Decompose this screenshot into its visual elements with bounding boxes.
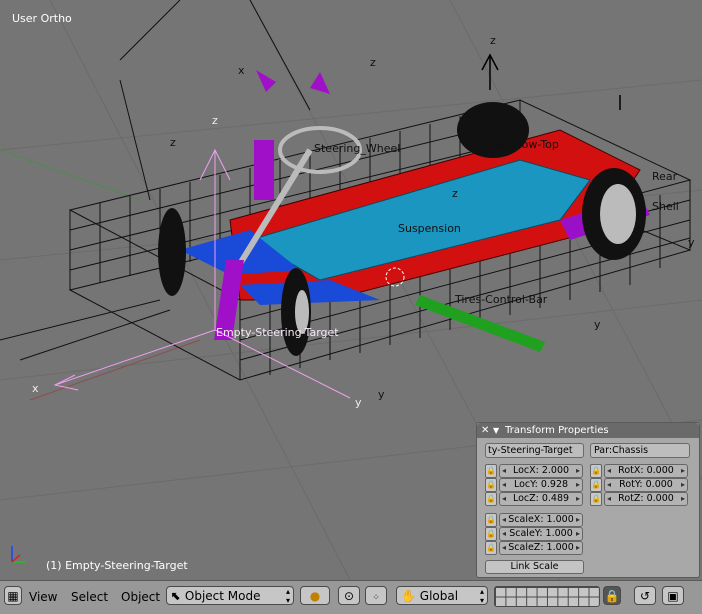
axis-y-label-3: y: [355, 396, 362, 409]
menu-select[interactable]: Select: [71, 588, 108, 606]
axis-z-label-3: z: [170, 136, 176, 149]
lock-icon[interactable]: 🔒: [590, 478, 602, 492]
lock-icon[interactable]: 🔒: [485, 513, 497, 527]
scale-x-field[interactable]: ◂ ScaleX: 1.000 ▸: [499, 513, 583, 527]
transform-properties-panel[interactable]: ✕ ▼ Transform Properties ty-Steering-Targe…: [476, 422, 700, 578]
link-scale-button[interactable]: Link Scale: [485, 560, 584, 574]
axis-z-label-4: z: [212, 114, 218, 127]
rot-z-field[interactable]: ◂ RotZ: 0.000 ▸: [604, 492, 688, 506]
grid-snap-icon: ⁘: [372, 593, 380, 603]
label-window-top: Window-Top: [494, 138, 559, 151]
scale-z-field[interactable]: ◂ ScaleZ: 1.000 ▸: [499, 541, 583, 555]
view-axes-icon: [11, 546, 26, 563]
axis-z-label-1: z: [490, 34, 496, 47]
menu-object[interactable]: Object: [121, 588, 160, 606]
pivot-select[interactable]: ⊙: [338, 586, 360, 605]
close-icon[interactable]: ✕: [481, 423, 493, 438]
loc-x-field[interactable]: ◂ LocX: 2.000 ▸: [499, 464, 583, 478]
label-steering-wheel: Steering_Wheel: [314, 142, 401, 155]
viewport-status: (1) Empty-Steering-Target: [46, 559, 188, 572]
axis-z-label-5: z: [452, 187, 458, 200]
axis-x-label-1: x: [238, 64, 245, 77]
lock-icon[interactable]: 🔒: [485, 527, 497, 541]
header-toolbar: ▦ View Select Object ⬉ Object Mode ▴ ▾ ● …: [0, 580, 702, 614]
lock-icon[interactable]: 🔒: [485, 464, 497, 478]
label-tires-control-bar: Tires-Control-Bar: [455, 293, 548, 306]
editor-type-icon[interactable]: ▦: [4, 586, 22, 605]
lock-icon[interactable]: 🔒: [590, 492, 602, 506]
object-mode-icon: ⬉: [171, 589, 182, 603]
shading-icon: ●: [309, 589, 321, 603]
label-shell: Shell: [652, 200, 679, 213]
collapse-arrow-icon[interactable]: ▼: [493, 426, 499, 435]
viewport-title: User Ortho: [12, 12, 72, 25]
layer-buttons[interactable]: [494, 586, 600, 607]
chevron-updown-icon: ▴ ▾: [285, 587, 290, 605]
object-name-field[interactable]: ty-Steering-Target: [485, 443, 584, 458]
axis-x-label-2: x: [32, 382, 39, 395]
chevron-updown-icon: ▴ ▾: [479, 587, 484, 605]
rot-x-field[interactable]: ◂ RotX: 0.000 ▸: [604, 464, 688, 478]
axis-y-label-2: y: [378, 388, 385, 401]
label-suspension: Suspension: [398, 222, 461, 235]
label-rear: Rear: [652, 170, 678, 183]
loc-y-field[interactable]: ◂ LocY: 0.928 ▸: [499, 478, 583, 492]
axis-y-label-4: y: [688, 236, 695, 249]
axis-z-label-2: z: [370, 56, 376, 69]
panel-header[interactable]: ✕ ▼ Transform Properties: [477, 423, 699, 438]
panel-title: Transform Properties: [505, 425, 609, 436]
lock-icon[interactable]: 🔒: [485, 478, 497, 492]
scale-y-field[interactable]: ◂ ScaleY: 1.000 ▸: [499, 527, 583, 541]
magnet-icon[interactable]: ↺: [634, 586, 656, 605]
hand-manipulator-icon: ✋: [401, 589, 416, 603]
lock-icon[interactable]: 🔒: [590, 464, 602, 478]
pivot-icon: ⊙: [343, 589, 355, 603]
orientation-select[interactable]: ✋ Global ▴ ▾: [396, 586, 488, 605]
loc-z-field[interactable]: ◂ LocZ: 0.489 ▸: [499, 492, 583, 506]
axis-y-label-1: y: [594, 318, 601, 331]
manipulator-toggle[interactable]: ⁘: [365, 586, 387, 605]
render-icon[interactable]: ▣: [662, 586, 684, 605]
menu-view[interactable]: View: [29, 588, 57, 606]
draw-type-select[interactable]: ●: [300, 586, 330, 605]
3d-viewport[interactable]: User Ortho Steering_Wheel Window-Top Sus…: [0, 0, 702, 580]
lock-icon[interactable]: 🔒: [603, 586, 621, 605]
label-empty-steering-target: Empty-Steering-Target: [216, 326, 339, 339]
lock-icon[interactable]: 🔒: [485, 492, 497, 506]
mode-select[interactable]: ⬉ Object Mode ▴ ▾: [166, 586, 294, 605]
lock-icon[interactable]: 🔒: [485, 541, 497, 555]
rot-y-field[interactable]: ◂ RotY: 0.000 ▸: [604, 478, 688, 492]
parent-field[interactable]: Par:Chassis: [590, 443, 690, 458]
